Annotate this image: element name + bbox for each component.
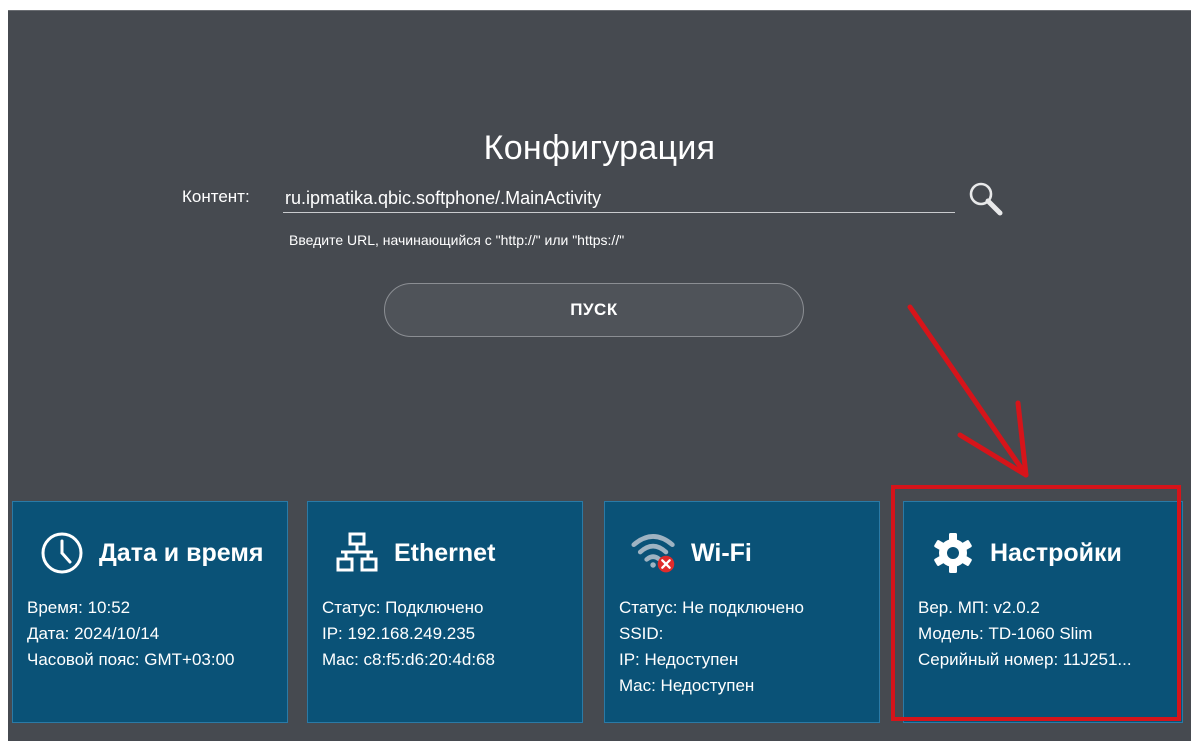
wifi-disconnected-icon: [631, 530, 677, 576]
settings-tile[interactable]: Настройки Вер. МП: v2.0.2 Модель: TD-106…: [903, 501, 1183, 723]
content-label: Контент:: [182, 187, 250, 206]
wifi-status: Статус: Не подключено: [619, 598, 804, 617]
timezone-value: Часовой пояс: GMT+03:00: [27, 650, 235, 669]
time-value: Время: 10:52: [27, 598, 131, 617]
gear-icon: [930, 530, 976, 576]
search-icon: [969, 182, 1003, 216]
wifi-mac: Mac: Недоступен: [619, 676, 755, 695]
ethernet-status: Статус: Подключено: [322, 598, 484, 617]
content-url-input[interactable]: ru.ipmatika.qbic.softphone/.MainActivity: [283, 185, 955, 213]
wifi-tile[interactable]: Wi-Fi Статус: Не подключено SSID: IP: Не…: [604, 501, 880, 723]
url-hint: Введите URL, начинающийся с "http://" ил…: [289, 232, 625, 248]
wifi-ip: IP: Недоступен: [619, 650, 739, 669]
page-title: Конфигурация: [483, 129, 716, 167]
serial-number: Серийный номер: 11J251...: [918, 650, 1132, 669]
device-model: Модель: TD-1060 Slim: [918, 624, 1093, 643]
clock-icon: [39, 530, 85, 576]
ethernet-title: Ethernet: [394, 538, 496, 567]
ethernet-tile[interactable]: Ethernet Статус: Подключено IP: 192.168.…: [307, 501, 583, 723]
annotation-arrow: [907, 304, 1029, 478]
wifi-title: Wi-Fi: [691, 538, 752, 567]
wifi-ssid: SSID:: [619, 624, 664, 643]
settings-title: Настройки: [990, 538, 1122, 567]
ethernet-ip: IP: 192.168.249.235: [322, 624, 476, 643]
firmware-version: Вер. МП: v2.0.2: [918, 598, 1040, 617]
datetime-title: Дата и время: [99, 538, 264, 567]
date-value: Дата: 2024/10/14: [27, 624, 160, 643]
network-icon: [334, 530, 380, 576]
datetime-tile[interactable]: Дата и время Время: 10:52 Дата: 2024/10/…: [12, 501, 288, 723]
search-button[interactable]: [966, 179, 1006, 219]
ethernet-mac: Mac: c8:f5:d6:20:4d:68: [322, 650, 495, 669]
start-button[interactable]: ПУСК: [384, 283, 804, 337]
